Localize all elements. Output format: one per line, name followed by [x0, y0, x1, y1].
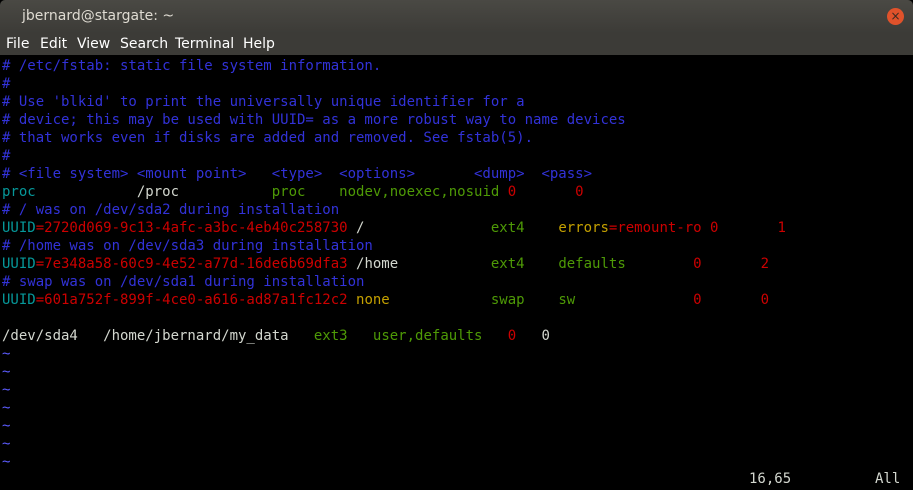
- buffer-line: # <file system> <mount point> <type> <op…: [2, 165, 786, 183]
- buffer-text: proc: [2, 184, 137, 200]
- buffer-text: =remount-ro: [608, 220, 711, 236]
- buffer-text: none: [356, 292, 491, 308]
- buffer-text: sw: [558, 292, 694, 308]
- buffer-text: =601a752f-899f-4ce0-a616-ad87a1fc12c2: [35, 292, 357, 308]
- buffer-text: 0: [760, 292, 770, 308]
- buffer-line: ~: [2, 399, 786, 417]
- buffer-text: UUID: [2, 220, 36, 236]
- buffer-line: ~: [2, 381, 786, 399]
- buffer-text: #: [2, 76, 11, 92]
- buffer-line: # /etc/fstab: static file system informa…: [2, 57, 786, 75]
- buffer-line: UUID=601a752f-899f-4ce0-a616-ad87a1fc12c…: [2, 291, 786, 309]
- menu-search[interactable]: Search: [120, 36, 168, 52]
- buffer-line: /dev/sda4 /home/jbernard/my_data ext3 us…: [2, 327, 786, 345]
- buffer-line: UUID=7e348a58-60c9-4e52-a77d-16de6b69dfa…: [2, 255, 786, 273]
- buffer-text: proc: [271, 184, 340, 200]
- menu-terminal[interactable]: Terminal: [175, 36, 234, 52]
- buffer-text: defaults: [558, 256, 694, 272]
- buffer-text: nodev,noexec,nosuid: [339, 184, 508, 200]
- buffer-line: proc /proc proc nodev,noexec,nosuid 0 0: [2, 183, 786, 201]
- buffer-text: swap: [490, 292, 559, 308]
- buffer-line: # /home was on /dev/sda3 during installa…: [2, 237, 786, 255]
- buffer-text: =2720d069-9c13-4afc-a3bc-4eb40c258730: [35, 220, 357, 236]
- buffer-line: ~: [2, 417, 786, 435]
- buffer-text: /home: [356, 256, 491, 272]
- buffer-text: UUID: [2, 292, 36, 308]
- buffer-line: ~: [2, 453, 786, 471]
- buffer-text: errors: [558, 220, 609, 236]
- close-icon[interactable]: ×: [887, 8, 904, 25]
- buffer-text: #: [2, 148, 11, 164]
- buffer-text: /dev/sda4 /home/jbernard/my_data: [2, 328, 314, 344]
- buffer-text: 1: [777, 220, 786, 236]
- buffer-text: # Use 'blkid' to print the universally u…: [2, 94, 525, 110]
- buffer-text: # <file system> <mount point> <type> <op…: [2, 166, 593, 182]
- buffer-text: /: [356, 220, 491, 236]
- buffer-text: # swap was on /dev/sda1 during installat…: [2, 274, 365, 290]
- terminal-window: jbernard@stargate: ~ × File Edit View Se…: [0, 0, 913, 490]
- buffer-line: # Use 'blkid' to print the universally u…: [2, 93, 786, 111]
- menu-help[interactable]: Help: [243, 36, 275, 52]
- buffer-line: # device; this may be used with UUID= as…: [2, 111, 786, 129]
- view-indicator: All: [875, 471, 901, 487]
- text-cursor: 0: [541, 328, 550, 344]
- terminal-buffer[interactable]: # /etc/fstab: static file system informa…: [2, 57, 786, 471]
- buffer-line: #: [2, 147, 786, 165]
- buffer-line: # / was on /dev/sda2 during installation: [2, 201, 786, 219]
- buffer-text: # /home was on /dev/sda3 during installa…: [2, 238, 373, 254]
- menu-edit[interactable]: Edit: [40, 36, 67, 52]
- buffer-line: ~: [2, 435, 786, 453]
- buffer-text: 0: [507, 184, 576, 200]
- empty-line-marker: ~: [2, 454, 11, 470]
- buffer-text: 0: [710, 220, 778, 236]
- buffer-text: ext3: [313, 328, 373, 344]
- cursor-position: 16,65: [749, 471, 792, 487]
- buffer-text: 0: [575, 184, 584, 200]
- buffer-text: 0: [507, 328, 542, 344]
- buffer-text: 2: [760, 256, 770, 272]
- buffer-line: UUID=2720d069-9c13-4afc-a3bc-4eb40c25873…: [2, 219, 786, 237]
- buffer-text: ext4: [490, 220, 559, 236]
- buffer-line: #: [2, 75, 786, 93]
- buffer-text: # /etc/fstab: static file system informa…: [2, 58, 382, 74]
- buffer-text: 0: [693, 256, 761, 272]
- buffer-line: # that works even if disks are added and…: [2, 129, 786, 147]
- buffer-text: ext4: [490, 256, 559, 272]
- empty-line-marker: ~: [2, 382, 11, 398]
- buffer-text: # device; this may be used with UUID= as…: [2, 112, 626, 128]
- buffer-text: UUID: [2, 256, 36, 272]
- menu-bar: File Edit View Search Terminal Help: [0, 33, 913, 55]
- buffer-text: 0: [693, 292, 761, 308]
- empty-line-marker: ~: [2, 436, 11, 452]
- buffer-text: /proc: [136, 184, 272, 200]
- empty-line-marker: ~: [2, 364, 11, 380]
- window-title: jbernard@stargate: ~: [22, 8, 175, 24]
- buffer-line: [2, 309, 786, 327]
- menu-file[interactable]: File: [6, 36, 29, 52]
- menu-view[interactable]: View: [77, 36, 110, 52]
- buffer-text: =7e348a58-60c9-4e52-a77d-16de6b69dfa3: [35, 256, 357, 272]
- empty-line-marker: ~: [2, 346, 11, 362]
- buffer-text: user,defaults: [372, 328, 508, 344]
- buffer-line: ~: [2, 363, 786, 381]
- buffer-line: ~: [2, 345, 786, 363]
- empty-line-marker: ~: [2, 400, 11, 416]
- buffer-text: # that works even if disks are added and…: [2, 130, 534, 146]
- empty-line-marker: ~: [2, 418, 11, 434]
- title-bar[interactable]: jbernard@stargate: ~ ×: [0, 0, 913, 33]
- buffer-line: # swap was on /dev/sda1 during installat…: [2, 273, 786, 291]
- buffer-text: # / was on /dev/sda2 during installation: [2, 202, 340, 218]
